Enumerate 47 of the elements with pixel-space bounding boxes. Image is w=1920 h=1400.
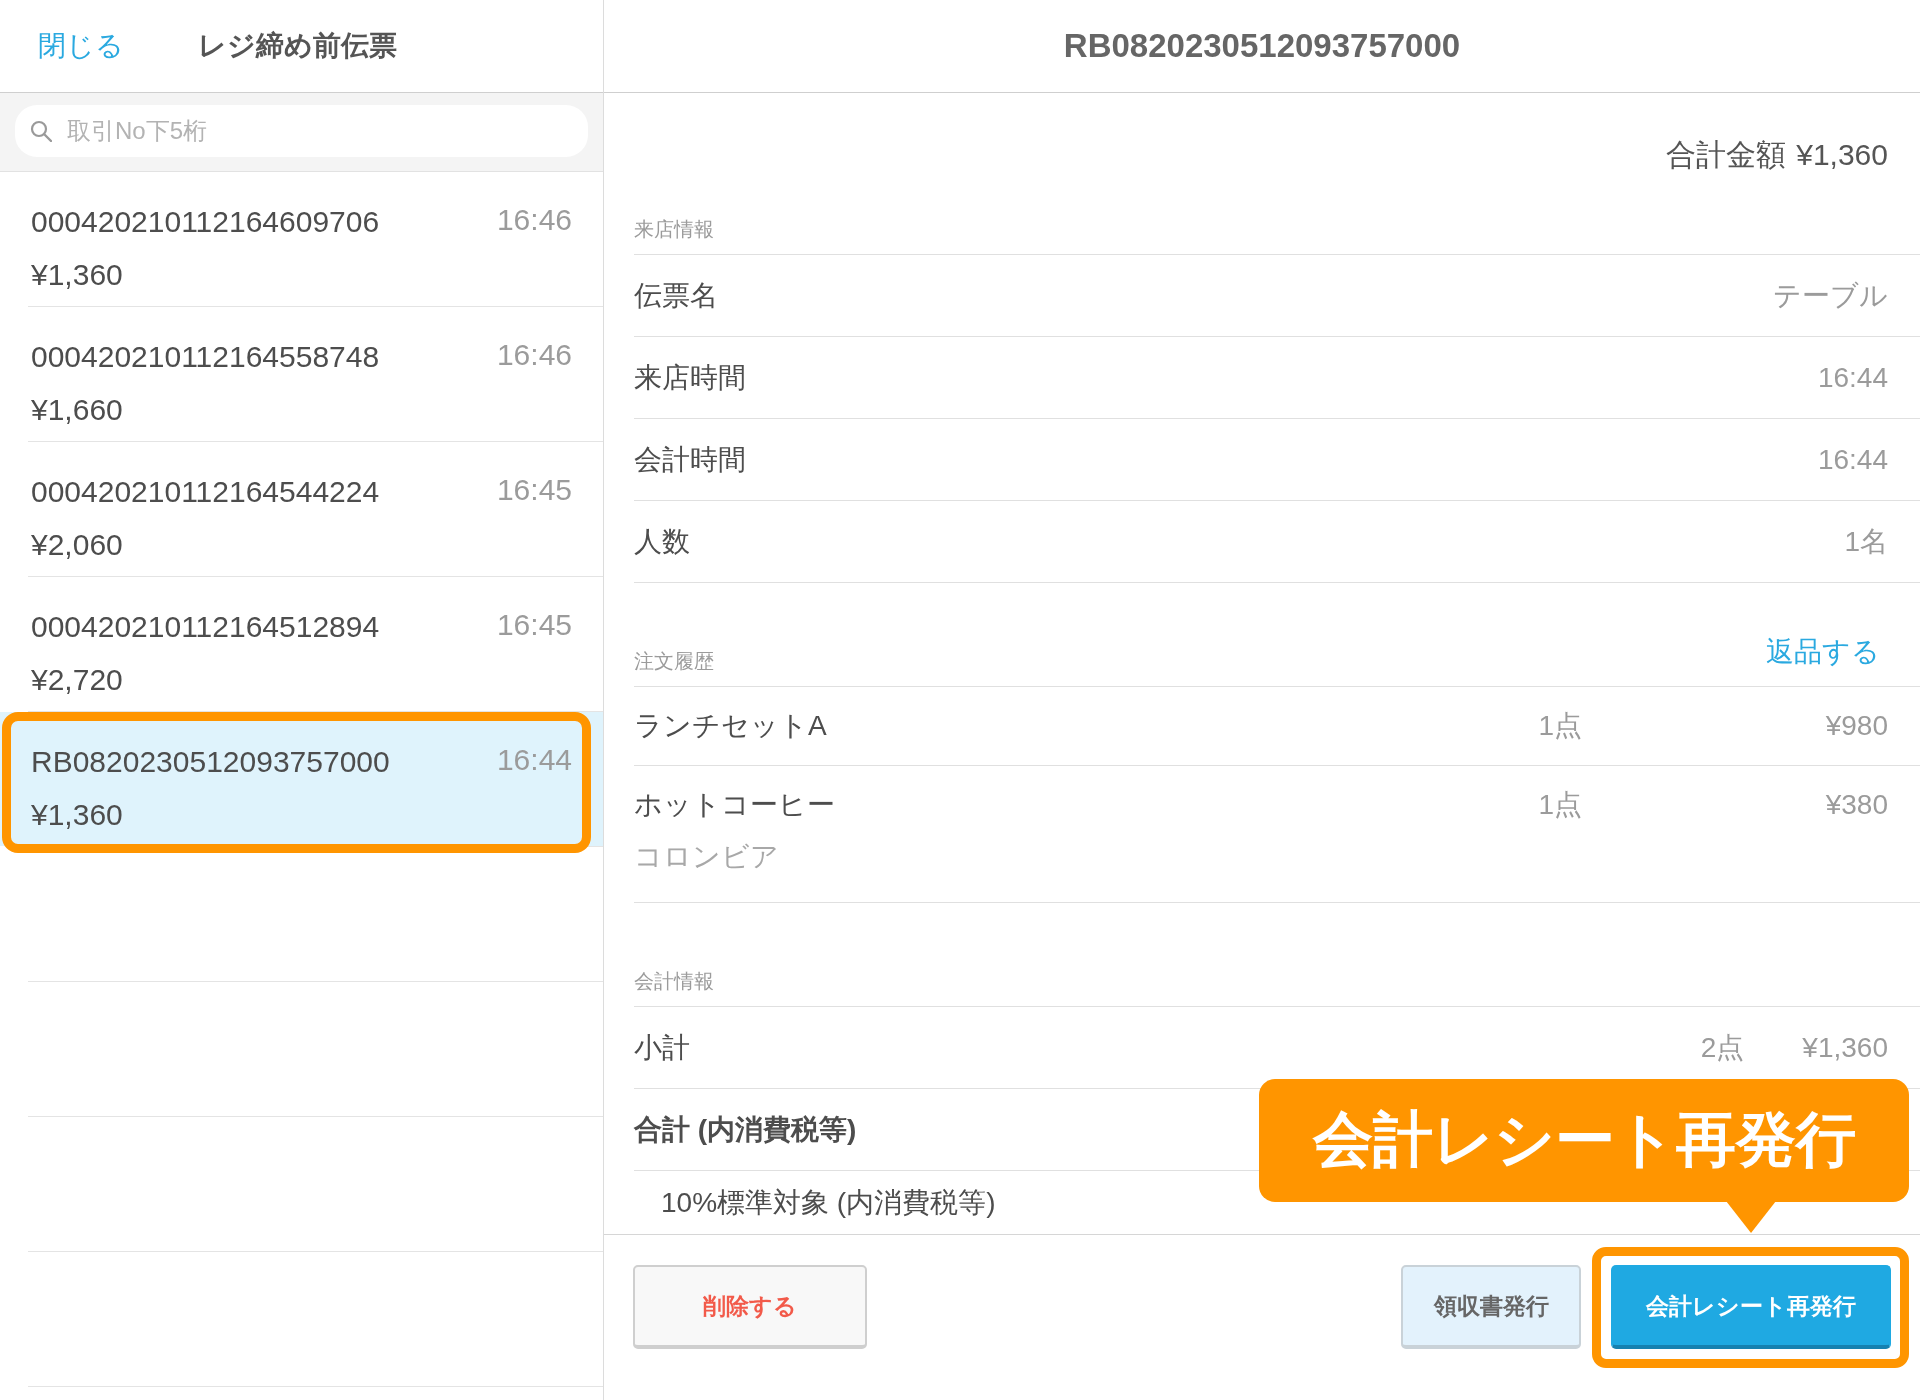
payment-label: 合計 (内消費税等)	[634, 1112, 857, 1147]
order-item-quantity: 1点	[1538, 788, 1582, 822]
order-item-option: コロンビア	[634, 840, 779, 874]
slip-amount: ¥2,060	[31, 527, 123, 563]
section-label: 注文履歴	[634, 649, 714, 673]
order-item-price: ¥380	[1825, 788, 1888, 822]
detail-value: テーブル	[1773, 278, 1888, 313]
slip-number: 000420210112164512894	[31, 609, 380, 645]
slip-number: 000420210112164609706	[31, 204, 380, 240]
total-amount: ¥1,360	[1796, 137, 1888, 173]
payment-label: 10%標準対象 (内消費税等)	[661, 1185, 996, 1220]
section-label: 来店情報	[634, 217, 714, 241]
detail-value: 1名	[1844, 524, 1888, 559]
detail-label: 会計時間	[634, 442, 746, 477]
slip-amount: ¥1,360	[31, 257, 123, 293]
order-item-price: ¥980	[1825, 709, 1888, 743]
slip-time: 16:44	[496, 744, 572, 776]
slip-time: 16:45	[496, 609, 572, 641]
search-icon	[30, 120, 52, 142]
detail-value: 16:44	[1817, 443, 1888, 476]
slip-number: 000420210112164544224	[31, 474, 380, 510]
payment-count: 2点	[1700, 1030, 1745, 1065]
receipt-button[interactable]: 領収書発行	[1401, 1265, 1581, 1349]
payment-value: ¥1,360	[1802, 1031, 1888, 1064]
slip-number: RB0820230512093757000	[31, 744, 390, 780]
total-label: 合計金額	[1666, 137, 1787, 173]
order-item-name: ランチセットA	[634, 709, 827, 743]
slip-amount: ¥1,360	[31, 797, 123, 833]
slip-time: 16:46	[496, 204, 572, 236]
slip-number: 000420210112164558748	[31, 339, 380, 375]
slip-time: 16:46	[496, 339, 572, 371]
detail-label: 来店時間	[634, 360, 746, 395]
header-title: レジ締め前伝票	[198, 29, 397, 63]
detail-label: 人数	[634, 524, 690, 559]
search-field[interactable]: 取引No下5桁	[15, 105, 588, 157]
order-item-name: ホットコーヒー	[634, 788, 835, 822]
payment-label: 小計	[634, 1030, 690, 1065]
callout-pointer-icon	[1726, 1201, 1776, 1233]
slip-amount: ¥1,660	[31, 392, 123, 428]
detail-title: RB0820230512093757000	[1063, 27, 1461, 65]
detail-value: 16:44	[1817, 361, 1888, 394]
slip-amount: ¥2,720	[31, 662, 123, 698]
detail-label: 伝票名	[634, 278, 718, 313]
order-item-quantity: 1点	[1538, 709, 1582, 743]
section-label: 会計情報	[634, 969, 714, 993]
callout-bubble: 会計レシート再発行	[1259, 1079, 1909, 1202]
slip-time: 16:45	[496, 474, 572, 506]
